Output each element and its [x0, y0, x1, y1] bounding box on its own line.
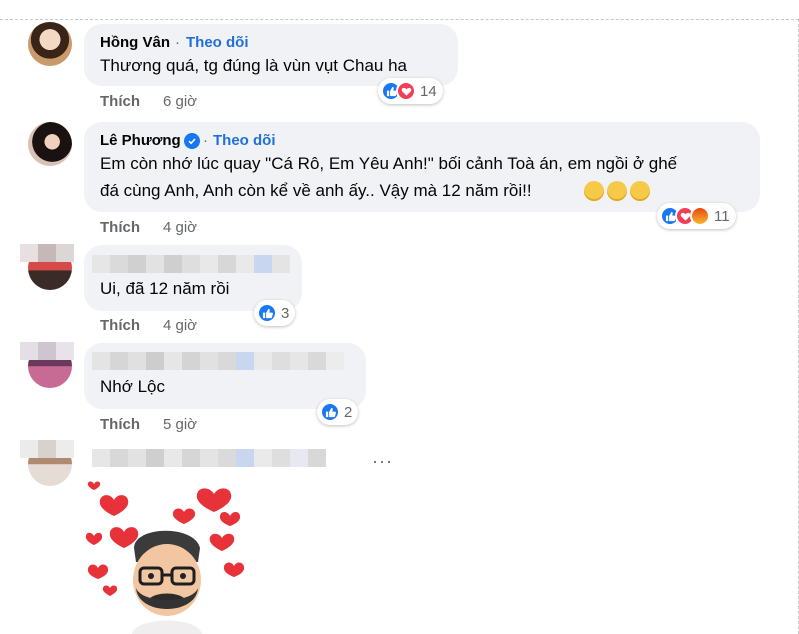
top-divider: [0, 19, 799, 20]
reaction-summary[interactable]: 3: [254, 300, 296, 326]
comment-text: đá cùng Anh, Anh còn kể về anh ấy.. Vậy …: [100, 181, 532, 200]
more-options-button[interactable]: ···: [372, 451, 393, 472]
reaction-summary[interactable]: 14: [378, 78, 443, 104]
comment-time[interactable]: 4 giờ: [163, 317, 197, 334]
comment-time[interactable]: 6 giờ: [163, 93, 197, 110]
angry-icon: [690, 206, 710, 226]
blurred-avatar-pixels: [20, 440, 74, 458]
comment-text: Nhớ Lộc: [100, 377, 166, 396]
comment-time[interactable]: 5 giờ: [163, 416, 197, 433]
reaction-summary[interactable]: 11: [657, 203, 736, 229]
reaction-count: 11: [714, 207, 730, 225]
separator: ·: [175, 34, 180, 51]
author-name[interactable]: Lê Phương: [100, 132, 181, 149]
blurred-author-name: [92, 449, 326, 467]
crying-emoji-icon: [607, 181, 627, 201]
verified-badge-icon: [184, 133, 200, 149]
author-name[interactable]: Hồng Vân: [100, 34, 170, 51]
like-button[interactable]: Thích: [100, 219, 140, 236]
blurred-avatar-pixels: [20, 342, 74, 360]
comment-time[interactable]: 4 giờ: [163, 219, 197, 236]
comment-text: Thương quá, tg đúng là vùn vụt Chau ha: [100, 56, 408, 75]
comment-text: Ui, đã 12 năm rồi: [100, 279, 230, 298]
like-icon: [257, 303, 277, 323]
like-icon: [320, 402, 340, 422]
reaction-count: 14: [420, 82, 437, 100]
avatar[interactable]: [28, 22, 72, 66]
follow-link[interactable]: Theo dõi: [213, 132, 276, 149]
like-button[interactable]: Thích: [100, 317, 140, 334]
crying-emoji-icon: [630, 181, 650, 201]
love-icon: [396, 81, 416, 101]
avatar-hearts-sticker[interactable]: [84, 480, 250, 634]
reaction-count: 3: [281, 304, 290, 322]
follow-link[interactable]: Theo dõi: [186, 34, 249, 51]
avatar[interactable]: [28, 122, 72, 166]
blurred-avatar-pixels: [20, 244, 74, 262]
comment-text: Em còn nhớ lúc quay "Cá Rô, Em Yêu Anh!"…: [100, 154, 678, 173]
reaction-summary[interactable]: 2: [317, 399, 359, 425]
like-button[interactable]: Thích: [100, 93, 140, 110]
blurred-author-name: [92, 255, 290, 273]
like-button[interactable]: Thích: [100, 416, 140, 433]
crying-emoji-icon: [584, 181, 604, 201]
reaction-count: 2: [344, 403, 353, 421]
blurred-author-name: [92, 352, 344, 370]
separator: ·: [203, 132, 208, 149]
